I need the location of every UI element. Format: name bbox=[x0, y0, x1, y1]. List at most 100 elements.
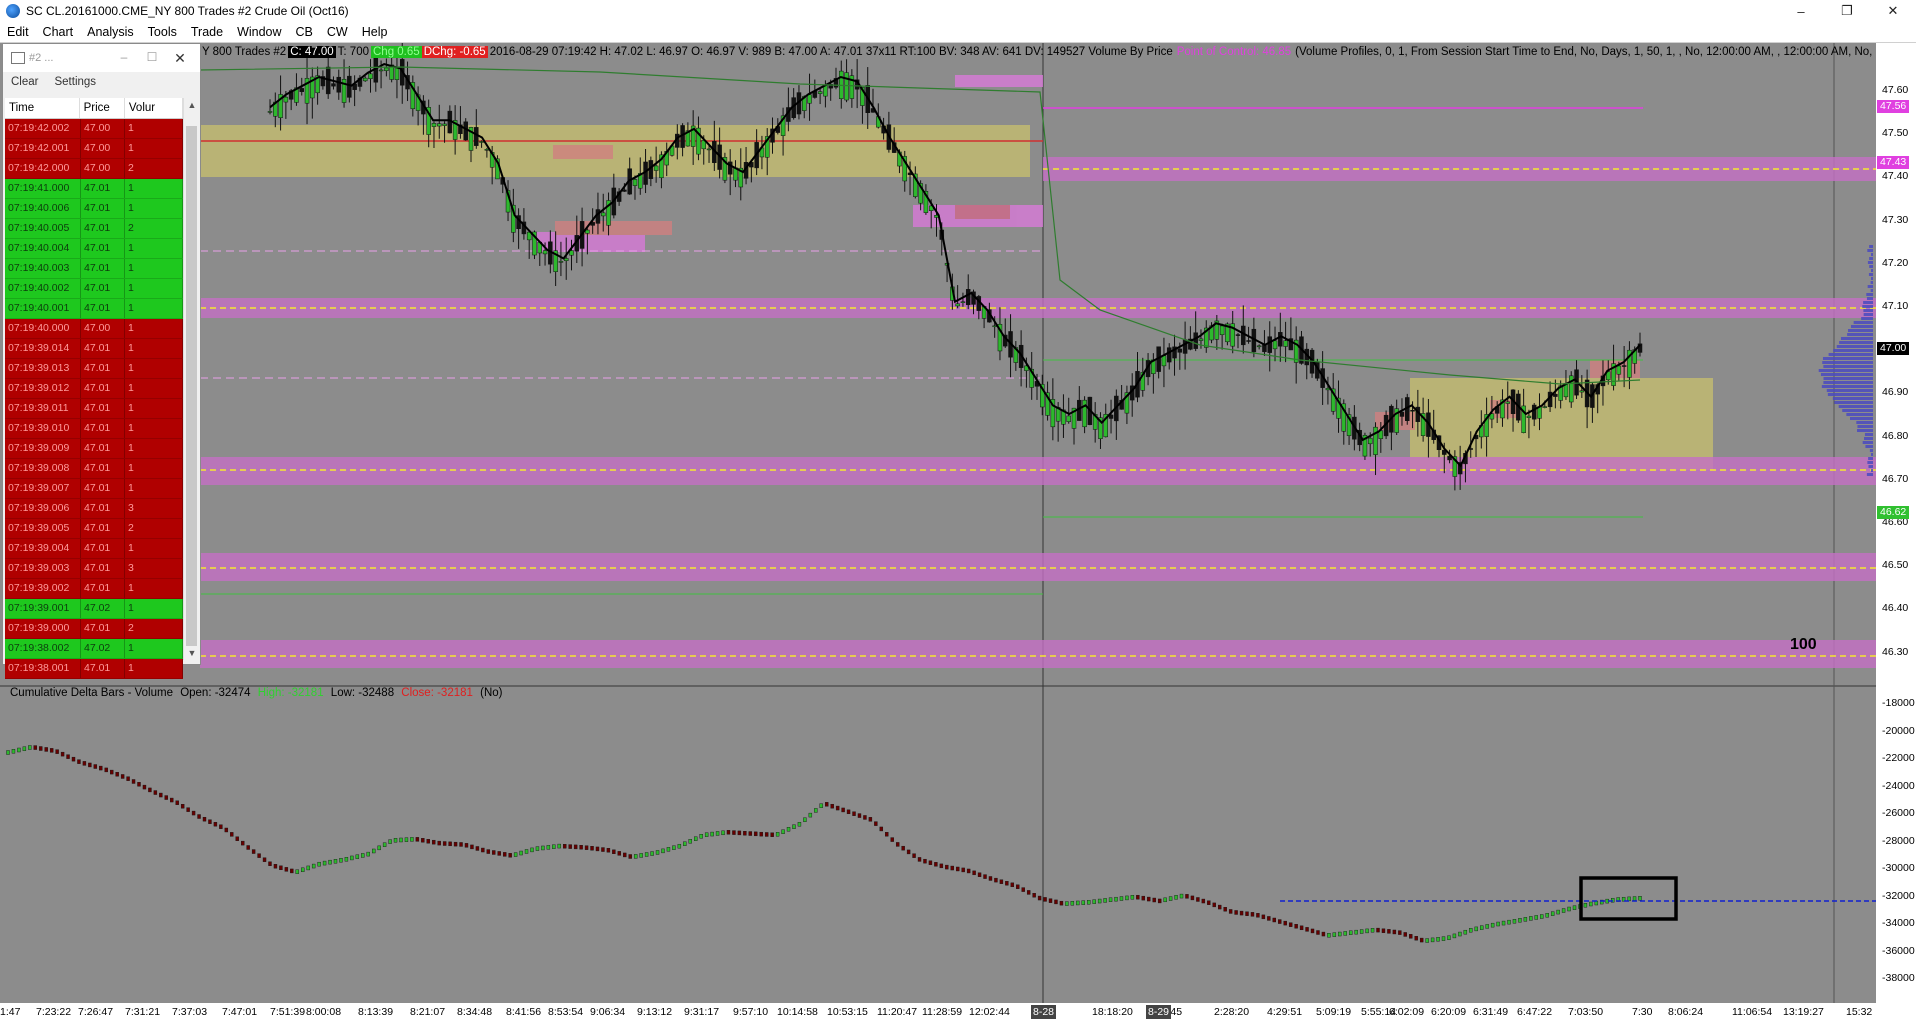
col-volume[interactable]: Volur bbox=[125, 98, 183, 118]
ts-cell-price: 47.01 bbox=[81, 619, 125, 638]
delta-bar bbox=[563, 844, 567, 849]
menu-window[interactable]: Window bbox=[230, 25, 288, 39]
ts-row[interactable]: 07:19:39.013 47.01 1 bbox=[5, 359, 183, 379]
delta-bar bbox=[475, 846, 480, 851]
col-price[interactable]: Price bbox=[80, 98, 125, 118]
delta-bar bbox=[803, 817, 807, 822]
delta-bar bbox=[1141, 895, 1146, 901]
delta-bar bbox=[923, 858, 927, 864]
scroll-up-icon[interactable]: ▲ bbox=[184, 100, 200, 110]
dchange-tag: DChg: -0.65 bbox=[421, 46, 488, 58]
delta-bar bbox=[1534, 915, 1538, 920]
delta-bar bbox=[464, 843, 469, 848]
time-axis[interactable]: 1:47 7:23:22 7:26:47 7:31:21 7:37:03 7:47:01 7… bbox=[0, 1003, 1876, 1021]
ts-row[interactable]: 07:19:39.000 47.01 2 bbox=[5, 619, 183, 639]
ts-cell-vol: 1 bbox=[125, 319, 183, 338]
delta-bar bbox=[241, 840, 245, 846]
ts-row[interactable]: 07:19:39.012 47.01 1 bbox=[5, 379, 183, 399]
price-tick-label: 47.50 bbox=[1882, 127, 1909, 140]
ts-row[interactable]: 07:19:40.006 47.01 1 bbox=[5, 199, 183, 219]
candle-body bbox=[1235, 334, 1241, 336]
ts-row[interactable]: 07:19:40.000 47.00 1 bbox=[5, 319, 183, 339]
ts-row[interactable]: 07:19:41.000 47.01 1 bbox=[5, 179, 183, 199]
menu-trade[interactable]: Trade bbox=[184, 25, 230, 39]
delta-bar bbox=[524, 849, 529, 854]
ts-row[interactable]: 07:19:39.005 47.01 2 bbox=[5, 519, 183, 539]
candle-body bbox=[1283, 340, 1288, 347]
menu-edit[interactable]: Edit bbox=[0, 25, 36, 39]
ts-maximize-button[interactable]: ☐ bbox=[138, 50, 166, 67]
ts-row[interactable]: 07:19:39.004 47.01 1 bbox=[5, 539, 183, 559]
ts-cell-price: 47.01 bbox=[81, 439, 125, 458]
ts-clear-button[interactable]: Clear bbox=[3, 76, 46, 88]
ts-settings-button[interactable]: Settings bbox=[46, 76, 104, 88]
delta-bar bbox=[1529, 916, 1533, 921]
candle-body bbox=[1082, 399, 1087, 428]
restore-button[interactable]: ❐ bbox=[1824, 0, 1870, 22]
ts-row[interactable]: 07:19:38.002 47.02 1 bbox=[5, 639, 183, 659]
delta-bar bbox=[1234, 910, 1238, 915]
time-tick-label: 9:57:10 bbox=[733, 1006, 769, 1018]
scroll-thumb[interactable] bbox=[186, 126, 197, 646]
delta-bar bbox=[694, 836, 698, 841]
ts-titlebar[interactable]: #2 ... – ☐ ✕ bbox=[3, 44, 200, 72]
ts-row[interactable]: 07:19:39.008 47.01 1 bbox=[5, 459, 183, 479]
ts-row[interactable]: 07:19:40.003 47.01 1 bbox=[5, 259, 183, 279]
ts-row[interactable]: 07:19:40.004 47.01 1 bbox=[5, 239, 183, 259]
ts-row[interactable]: 07:19:42.000 47.00 2 bbox=[5, 159, 183, 179]
menu-analysis[interactable]: Analysis bbox=[80, 25, 141, 39]
chart-canvas[interactable]: 100 bbox=[0, 43, 1876, 1021]
ts-close-button[interactable]: ✕ bbox=[166, 50, 194, 67]
time-and-sales-window[interactable]: #2 ... – ☐ ✕ Clear Settings Time Price V… bbox=[2, 43, 201, 679]
profile-bar bbox=[1820, 373, 1873, 376]
ts-row[interactable]: 07:19:39.002 47.01 1 bbox=[5, 579, 183, 599]
ts-row[interactable]: 07:19:39.014 47.01 1 bbox=[5, 339, 183, 359]
profile-bar bbox=[1857, 425, 1873, 428]
delta-bar bbox=[945, 864, 949, 870]
delta-bar bbox=[1125, 895, 1129, 901]
minimize-button[interactable]: – bbox=[1778, 0, 1824, 22]
ts-row[interactable]: 07:19:40.005 47.01 2 bbox=[5, 219, 183, 239]
delta-bar bbox=[1349, 930, 1353, 935]
close-button[interactable]: ✕ bbox=[1870, 0, 1916, 22]
ts-scrollbar[interactable]: ▲ ▼ bbox=[183, 98, 200, 660]
menu-tools[interactable]: Tools bbox=[141, 25, 184, 39]
profile-bar bbox=[1847, 333, 1873, 336]
ts-row[interactable]: 07:19:39.007 47.01 1 bbox=[5, 479, 183, 499]
time-tick-label: 7:47:01 bbox=[222, 1006, 258, 1018]
price-tick-label: 46.50 bbox=[1882, 559, 1909, 572]
col-time[interactable]: Time bbox=[5, 98, 80, 118]
ts-row[interactable]: 07:19:42.001 47.00 1 bbox=[5, 139, 183, 159]
ts-row[interactable]: 07:19:39.003 47.01 3 bbox=[5, 559, 183, 579]
ts-row[interactable]: 07:19:39.011 47.01 1 bbox=[5, 399, 183, 419]
delta-bar bbox=[655, 850, 660, 855]
ts-row[interactable]: 07:19:38.001 47.01 1 bbox=[5, 659, 183, 679]
candle-body bbox=[1621, 365, 1627, 367]
price-axis[interactable]: 47.60 47.50 47.40 47.30 47.20 47.10 47.00 46.90… bbox=[1876, 43, 1916, 1021]
price-tag: 47.56 bbox=[1877, 100, 1910, 114]
ts-row[interactable]: 07:19:39.006 47.01 3 bbox=[5, 499, 183, 519]
delta-bar bbox=[502, 852, 507, 857]
delta-bar bbox=[1419, 937, 1424, 943]
delta-bar bbox=[1152, 897, 1156, 903]
menu-chart[interactable]: Chart bbox=[36, 25, 81, 39]
menu-help[interactable]: Help bbox=[355, 25, 395, 39]
ts-cell-vol: 1 bbox=[125, 399, 183, 418]
profile-bar bbox=[1840, 337, 1873, 340]
time-tick-label: 6:47:22 bbox=[1517, 1006, 1553, 1018]
ts-row[interactable]: 07:19:39.001 47.02 1 bbox=[5, 599, 183, 619]
scroll-down-icon[interactable]: ▼ bbox=[184, 648, 200, 658]
menu-cb[interactable]: CB bbox=[289, 25, 320, 39]
delta-bar bbox=[552, 844, 556, 849]
ts-row[interactable]: 07:19:42.002 47.00 1 bbox=[5, 119, 183, 139]
menu-cw[interactable]: CW bbox=[320, 25, 355, 39]
ts-minimize-button[interactable]: – bbox=[110, 50, 138, 67]
ts-row[interactable]: 07:19:39.010 47.01 1 bbox=[5, 419, 183, 439]
ts-row[interactable]: 07:19:40.002 47.01 1 bbox=[5, 279, 183, 299]
delta-bar bbox=[1103, 898, 1107, 903]
price-tick-label: 47.10 bbox=[1882, 300, 1909, 312]
ts-cell-vol: 1 bbox=[125, 259, 183, 278]
ts-cell-vol: 1 bbox=[125, 459, 183, 478]
ts-row[interactable]: 07:19:40.001 47.01 1 bbox=[5, 299, 183, 319]
ts-row[interactable]: 07:19:39.009 47.01 1 bbox=[5, 439, 183, 459]
